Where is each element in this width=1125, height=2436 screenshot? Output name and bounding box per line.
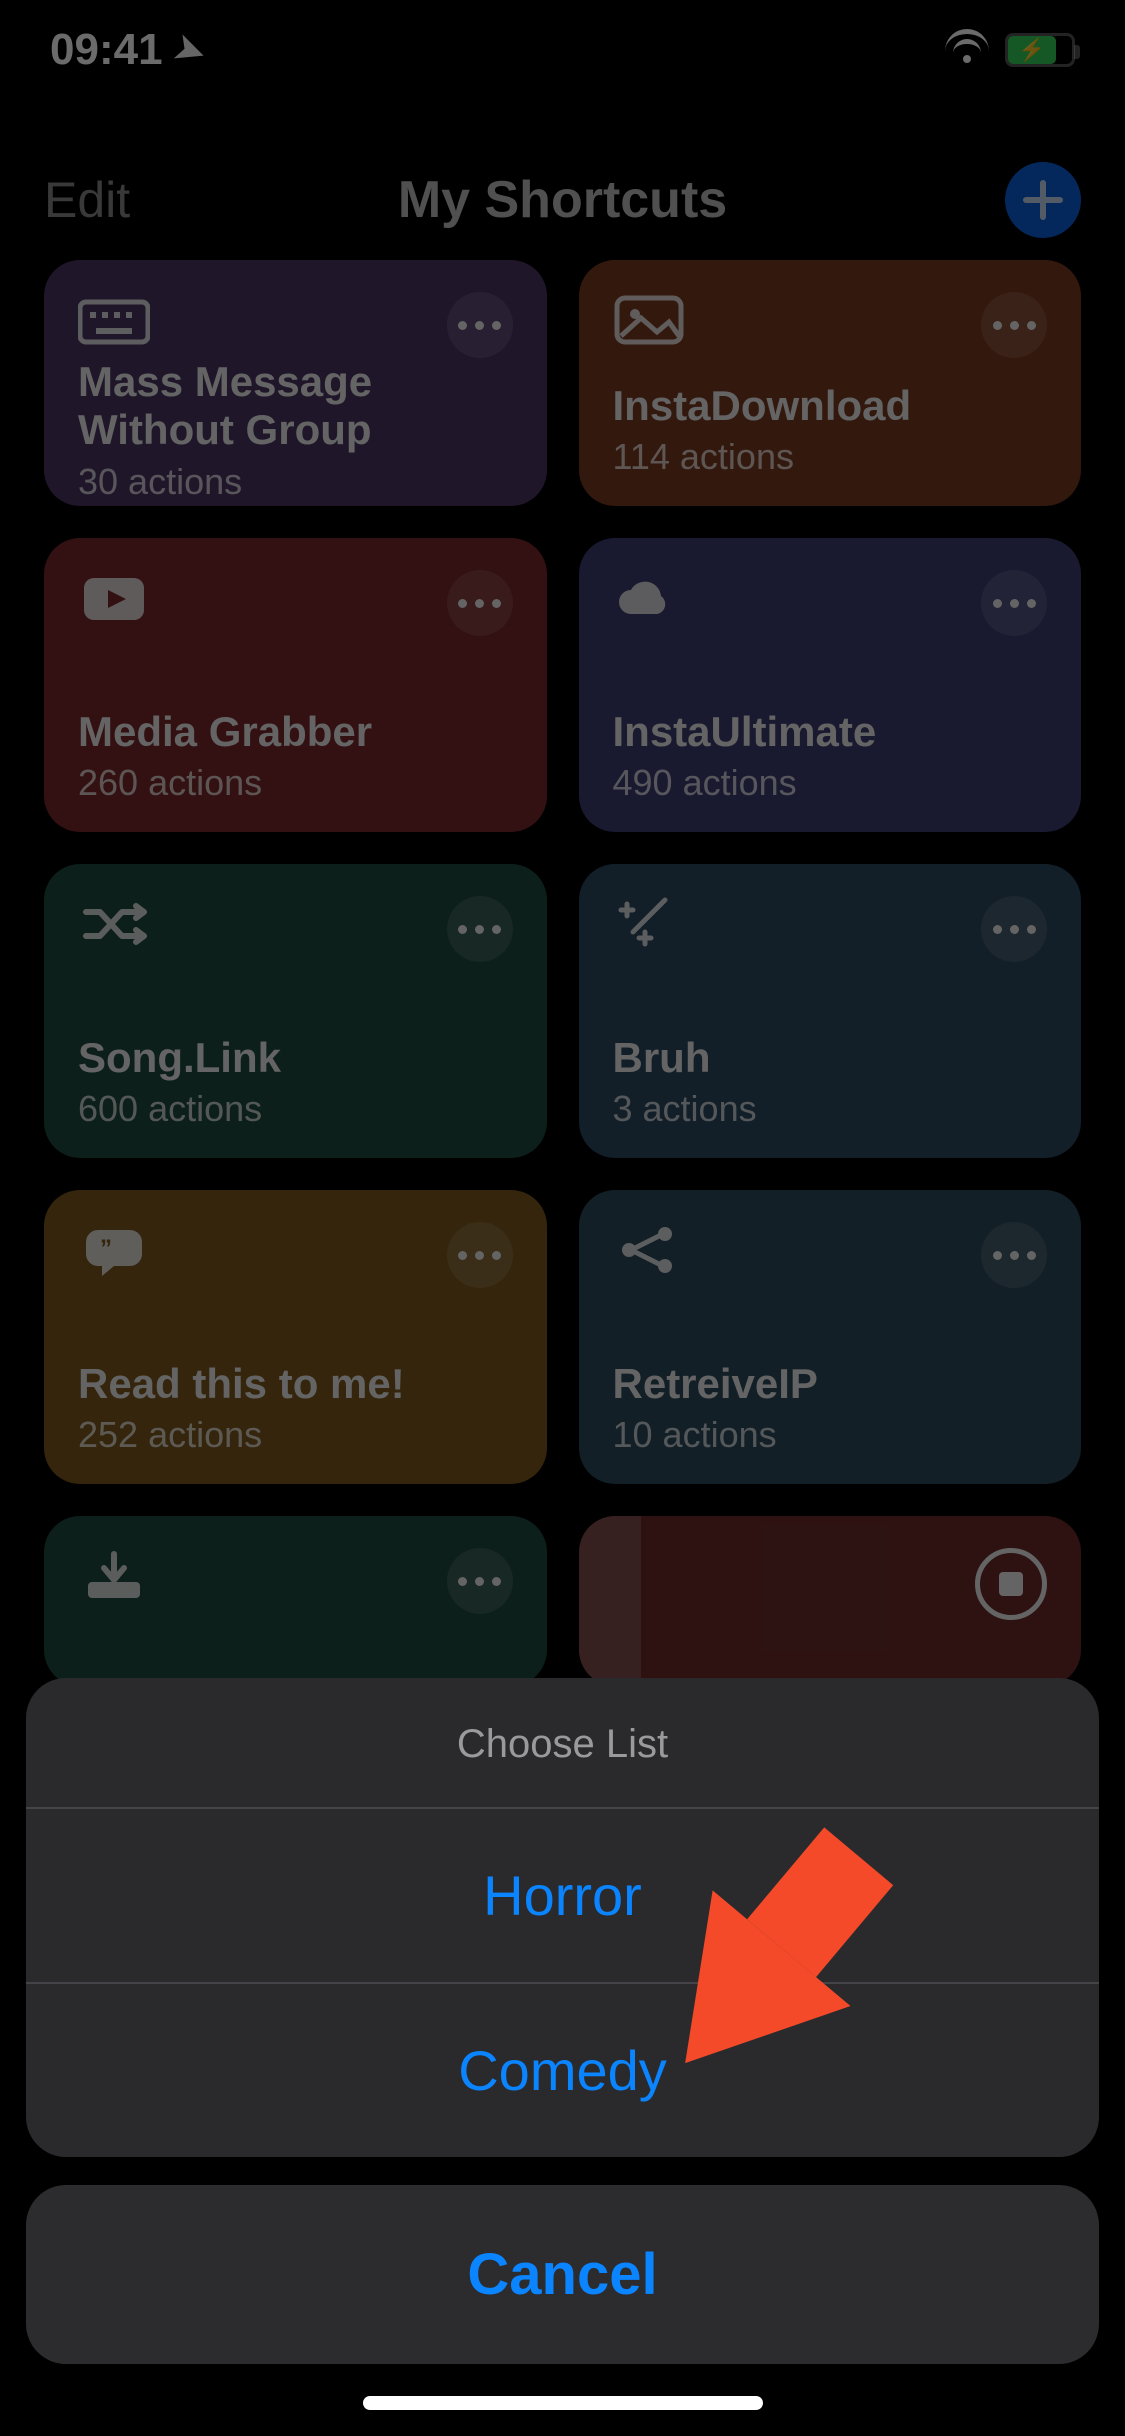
action-sheet: Choose List Horror Comedy Cancel [26,1678,1099,2364]
sheet-option-horror[interactable]: Horror [26,1807,1099,1982]
cancel-button[interactable]: Cancel [26,2185,1099,2364]
sheet-option-comedy[interactable]: Comedy [26,1982,1099,2157]
home-indicator[interactable] [363,2396,763,2410]
sheet-title: Choose List [26,1678,1099,1807]
